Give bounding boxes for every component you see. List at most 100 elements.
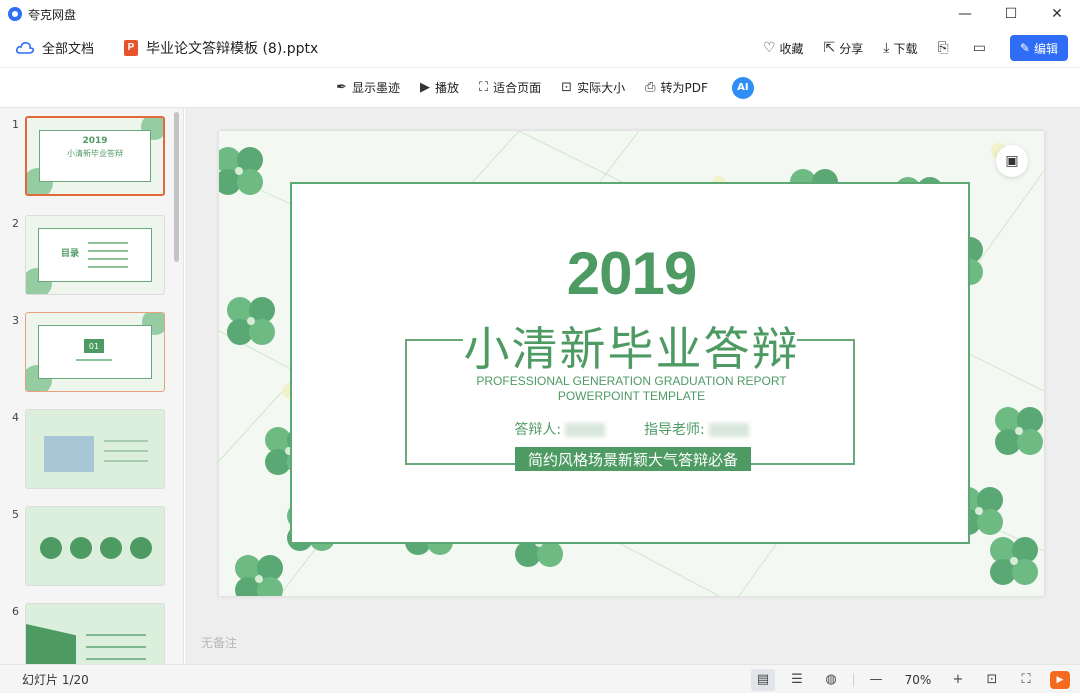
notes-view-icon[interactable]: ☰ — [785, 669, 809, 691]
minimize-button[interactable]: — — [942, 0, 988, 28]
drop-shape — [40, 537, 62, 559]
edit-button[interactable]: ✎ 编辑 — [1009, 35, 1068, 61]
thumbnail-slide-4[interactable] — [25, 409, 165, 489]
all-docs-link[interactable]: 全部文档 — [42, 38, 94, 57]
drop-shape — [130, 537, 152, 559]
section-line — [76, 359, 112, 361]
advisor-label: 指导老师: — [643, 422, 705, 438]
zoom-out-icon[interactable]: — — [864, 669, 888, 691]
share-icon: ⇱ — [823, 40, 836, 56]
pdf-icon: ⎙ — [645, 80, 656, 95]
slideshow-play-icon[interactable]: ▶ — [1050, 670, 1070, 689]
fit-page-button[interactable]: ⛶ 适合页面 — [479, 79, 541, 96]
viewer-toolbar: ✒ 显示墨迹 ▶ 播放 ⛶ 适合页面 ⊡ 实际大小 ⎙ 转为PDF AI — [0, 68, 1080, 108]
ink-pen-icon: ✒ — [336, 80, 348, 95]
zoom-in-icon[interactable]: + — [946, 669, 970, 691]
thumbnail-number: 5 — [12, 508, 19, 521]
heart-icon: ♡ — [762, 40, 776, 56]
thumbnail-item[interactable]: 5 — [0, 506, 183, 590]
thumbnail-slide-1[interactable]: 2019 小清新毕业答辩 — [25, 116, 165, 196]
export-icon: ⎘ — [937, 40, 949, 56]
fit-window-icon[interactable]: ⊡ — [980, 669, 1004, 691]
thumbnail-image — [44, 436, 94, 472]
thumbnail-item[interactable]: 6 — [0, 603, 183, 664]
toc-line — [88, 250, 128, 252]
slide-count: 幻灯片 1/20 — [22, 672, 89, 687]
feedback-button[interactable]: ▭ — [973, 40, 990, 56]
export-button[interactable]: ⎘ — [937, 40, 952, 56]
window-controls: — ☐ ✕ — [942, 0, 1080, 28]
zoom-level: 70% — [904, 672, 932, 687]
arrow-shape — [26, 624, 76, 664]
text-line — [86, 658, 146, 660]
play-icon: ▶ — [420, 80, 431, 95]
thumbnail-slide-3[interactable]: 01 — [25, 312, 165, 392]
thumbnail-slide-5[interactable] — [25, 506, 165, 586]
share-button[interactable]: ⇱ 分享 — [824, 40, 864, 57]
slide-people: 答辩人: 指导老师: — [219, 419, 1044, 439]
download-button[interactable]: ⤓ 下载 — [883, 40, 917, 57]
presenter-label: 答辩人: — [514, 422, 562, 438]
thumbnail-number: 1 — [12, 118, 19, 131]
fit-page-icon: ⛶ — [479, 80, 489, 95]
ai-assistant-icon[interactable]: AI — [731, 76, 754, 99]
slide-year: 2019 — [566, 240, 697, 307]
app-name: 夸克网盘 — [28, 7, 77, 22]
slide-tagline: 简约风格场景新颖大气答辩必备 — [515, 447, 751, 471]
text-line — [86, 646, 146, 648]
toc-line — [88, 242, 128, 244]
thumbnail-scrollbar[interactable] — [174, 112, 179, 262]
thumbnail-item[interactable]: 4 — [0, 409, 183, 493]
thumbnail-number: 4 — [12, 411, 19, 424]
thumbnail-section-number: 01 — [84, 339, 104, 353]
title-bar: 夸克网盘 — ☐ ✕ — [0, 0, 1080, 28]
header-bar: 全部文档 P 毕业论文答辩模板 (8).pptx ♡ 收藏 ⇱ 分享 ⤓ 下载 ⎘ ▭… — [0, 28, 1080, 68]
thumbnail-slide-2[interactable]: 目录 — [25, 215, 165, 295]
slide-notes: 无备注 — [201, 636, 238, 650]
thumbnail-slide-6[interactable] — [25, 603, 165, 664]
floating-view-icon[interactable]: ▣ — [996, 145, 1028, 177]
thumbnail-number: 3 — [12, 314, 19, 327]
current-slide: 2019 小清新毕业答辩 PROFESSIONAL GENERATION GRA… — [219, 131, 1044, 596]
download-icon: ⤓ — [883, 40, 890, 56]
maximize-button[interactable]: ☐ — [988, 0, 1034, 28]
play-button[interactable]: ▶ 播放 — [420, 79, 459, 96]
thumbnail-item[interactable]: 1 2019 小清新毕业答辩 — [0, 116, 183, 200]
text-line — [104, 440, 148, 442]
actual-size-icon: ⊡ — [561, 80, 573, 95]
pptx-file-icon: P — [124, 39, 139, 56]
app-logo-icon — [8, 7, 22, 21]
status-bar: 幻灯片 1/20 ▤ ☰ ◍ — 70% + ⊡ ⛶ ▶ — [0, 664, 1080, 693]
thumbnail-number: 6 — [12, 605, 19, 618]
to-pdf-button[interactable]: ⎙ 转为PDF — [645, 79, 708, 96]
slide-view: 2019 小清新毕业答辩 PROFESSIONAL GENERATION GRA… — [185, 108, 1080, 664]
thumbnail-item[interactable]: 2 目录 — [0, 215, 183, 299]
drop-shape — [100, 537, 122, 559]
english-line-2: POWERPOINT TEMPLATE — [557, 389, 706, 403]
favorite-button[interactable]: ♡ 收藏 — [763, 40, 804, 57]
presenter-name-blurred — [565, 423, 606, 437]
show-ink-button[interactable]: ✒ 显示墨迹 — [336, 79, 400, 96]
web-view-icon[interactable]: ◍ — [819, 669, 843, 691]
normal-view-icon[interactable]: ▤ — [751, 668, 775, 691]
actual-size-button[interactable]: ⊡ 实际大小 — [561, 79, 625, 96]
fullscreen-icon[interactable]: ⛶ — [1014, 669, 1038, 691]
close-button[interactable]: ✕ — [1034, 0, 1080, 28]
thumbnail-subtitle: 小清新毕业答辩 — [67, 149, 123, 158]
english-line-1: PROFESSIONAL GENERATION GRADUATION REPOR… — [476, 374, 787, 388]
text-line — [104, 450, 148, 452]
text-line — [86, 634, 146, 636]
text-line — [104, 460, 148, 462]
thumbnail-title: 2019 — [82, 136, 108, 146]
advisor-name-blurred — [708, 423, 749, 437]
pencil-icon: ✎ — [1019, 41, 1030, 55]
cloud-icon[interactable] — [16, 41, 34, 55]
feedback-icon: ▭ — [972, 40, 986, 56]
header-actions: ♡ 收藏 ⇱ 分享 ⤓ 下载 ⎘ ▭ ✎ 编辑 — [743, 28, 1068, 68]
toc-line — [88, 266, 128, 268]
thumbnail-number: 2 — [12, 217, 19, 230]
slide-english-title: PROFESSIONAL GENERATION GRADUATION REPOR… — [219, 374, 1044, 404]
slide-thumbnails-panel: 1 2019 小清新毕业答辩 2 目录 3 01 4 5 6 — [0, 108, 184, 664]
thumbnail-item[interactable]: 3 01 — [0, 312, 183, 396]
drop-shape — [70, 537, 92, 559]
